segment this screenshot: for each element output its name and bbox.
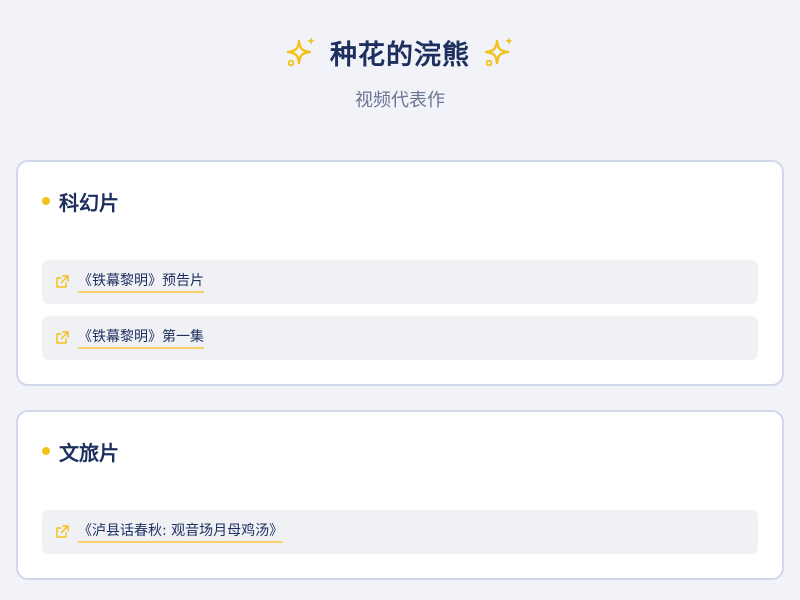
- sparkles-icon: [484, 37, 513, 67]
- section-title: 科幻片: [59, 190, 119, 215]
- external-link-icon: [56, 525, 69, 538]
- bullet-dot-icon: [42, 197, 50, 205]
- external-link-icon: [56, 275, 69, 288]
- external-link-icon: [56, 331, 69, 344]
- video-link-label[interactable]: 《泸县话春秋: 观音场月母鸡汤》: [78, 522, 284, 543]
- section-header: 科幻片: [42, 188, 119, 215]
- section-header: 文旅片: [42, 438, 119, 465]
- sparkles-icon: [286, 37, 315, 67]
- bullet-dot-icon: [42, 447, 50, 455]
- video-link-item[interactable]: 《铁幕黎明》预告片: [42, 260, 758, 304]
- section-card-scifi: 科幻片 《铁幕黎明》预告片 《铁幕黎明》第一集: [16, 160, 784, 386]
- video-link-item[interactable]: 《泸县话春秋: 观音场月母鸡汤》: [42, 510, 758, 554]
- video-link-item[interactable]: 《铁幕黎明》第一集: [42, 316, 758, 360]
- section-card-travel: 文旅片 《泸县话春秋: 观音场月母鸡汤》: [16, 410, 784, 580]
- page-title: 种花的浣熊: [330, 39, 470, 71]
- title-row: 种花的浣熊: [0, 30, 800, 74]
- section-title: 文旅片: [59, 440, 119, 465]
- video-link-label[interactable]: 《铁幕黎明》第一集: [78, 328, 204, 349]
- video-link-label[interactable]: 《铁幕黎明》预告片: [78, 272, 204, 293]
- page-header: 种花的浣熊 视频代表作: [0, 0, 800, 130]
- page-subtitle: 视频代表作: [355, 90, 445, 111]
